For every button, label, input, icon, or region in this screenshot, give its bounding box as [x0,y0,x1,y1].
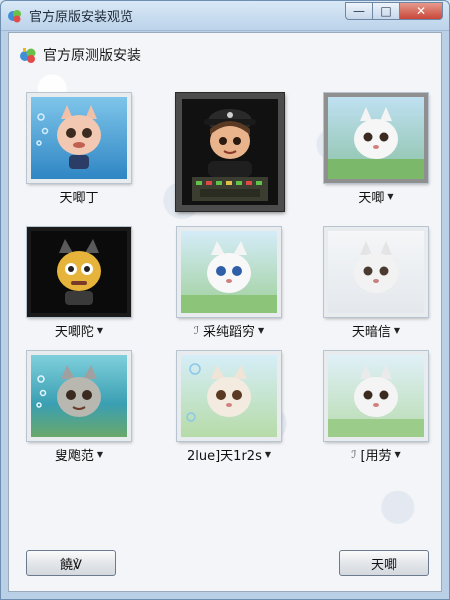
label-prefix-glyph: ℐ [193,324,199,337]
app-icon [8,9,21,22]
tile-4[interactable]: 天唧陀 ▼ [24,227,134,340]
character-thumbnail-hacker[interactable] [176,93,284,211]
close-button[interactable]: ✕ [399,2,443,20]
tile-label-text: 采纯蹈穷 [203,325,256,340]
character-thumbnail-field[interactable] [324,351,428,441]
tile-6[interactable]: 天暗信 ▼ [321,227,431,340]
tile-3[interactable]: 天唧 ▼ [321,93,431,206]
header-title: 官方原测版安装 [43,48,141,64]
tile-label-text: 天暗信 [351,325,391,340]
tile-label-dropdown[interactable]: 天唧 ▼ [358,187,393,206]
tile-label-text: [用劳 [360,449,392,464]
tile-label-dropdown[interactable]: 2lue]天1r2s ▼ [187,445,271,464]
tile-2[interactable] [172,93,288,211]
hacker-character-icon [192,109,268,201]
tile-9[interactable]: ℐ [用劳 ▼ [321,351,431,464]
chevron-down-icon[interactable]: ▼ [97,326,103,335]
client-area: 官方原测版安装 天唧丁 天唧 ▼ 天唧陀 ▼ ℐ 采纯蹈穷 ▼ 天暗信 ▼ 叟飑… [8,32,442,592]
main-window: 官方原版安装观览 — □ ✕ 官方原测版安装 天唧丁 天唧 ▼ 天唧陀 ▼ ℐ … [0,0,450,600]
tile-label-dropdown[interactable]: ℐ [用劳 ▼ [351,445,400,464]
chevron-down-icon[interactable]: ▼ [395,450,401,459]
character-thumbnail-underwater[interactable] [27,93,131,183]
tile-label-dropdown[interactable]: ℐ 采纯蹈穷 ▼ [194,321,264,340]
minimize-button[interactable]: — [345,2,373,20]
tile-7[interactable]: 叟飑范 ▼ [24,351,134,464]
character-thumbnail-bubbles[interactable] [177,351,281,441]
cream-cat-character-icon [186,363,251,422]
tile-label-text: 天唧 [358,191,385,206]
tile-label-dropdown[interactable]: 天唧陀 ▼ [55,321,103,340]
tile-1[interactable]: 天唧丁 [24,93,134,206]
chevron-down-icon[interactable]: ▼ [387,192,393,201]
white-cat-character-icon [328,365,424,437]
left-button[interactable]: 饒℣ [26,550,116,576]
white-cat-character-icon [354,241,398,293]
tile-8[interactable]: 2lue]天1r2s ▼ [174,351,284,464]
window-controls: — □ ✕ [345,2,443,20]
installer-icon [20,48,36,63]
grey-cat-character-icon [36,365,101,417]
yellow-cat-character-icon [57,239,101,305]
character-thumbnail-dark[interactable] [27,227,131,317]
white-cat-character-icon [181,241,277,313]
maximize-button[interactable]: □ [372,2,400,20]
character-thumbnail-window[interactable] [324,93,428,183]
chevron-down-icon[interactable]: ▼ [258,326,264,335]
character-thumbnail-aquarium[interactable] [27,351,131,441]
tile-5[interactable]: ℐ 采纯蹈穷 ▼ [174,227,284,340]
header: 官方原测版安装 [19,45,141,65]
right-button[interactable]: 天唧 [339,550,429,576]
character-thumbnail-white[interactable] [324,227,428,317]
tile-label-text: 2lue]天1r2s [186,449,262,464]
tile-label-text: 叟飑范 [54,449,94,464]
tile-label-dropdown[interactable]: 天暗信 ▼ [352,321,400,340]
character-thumbnail-meadow[interactable] [177,227,281,317]
tile-label-text: 天唧丁 [59,191,99,206]
label-prefix-glyph: ℐ [351,448,357,461]
chevron-down-icon[interactable]: ▼ [265,450,271,459]
window-title: 官方原版安装观览 [29,10,134,25]
tile-label-dropdown[interactable]: 叟飑范 ▼ [55,445,103,464]
cat-character-icon [36,105,101,169]
tile-label: 天唧丁 [59,187,98,206]
cat-character-icon [328,107,424,179]
chevron-down-icon[interactable]: ▼ [97,450,103,459]
tile-label-text: 天唧陀 [54,325,94,340]
chevron-down-icon[interactable]: ▼ [394,326,400,335]
title-bar[interactable]: 官方原版安装观览 — □ ✕ [1,1,449,31]
